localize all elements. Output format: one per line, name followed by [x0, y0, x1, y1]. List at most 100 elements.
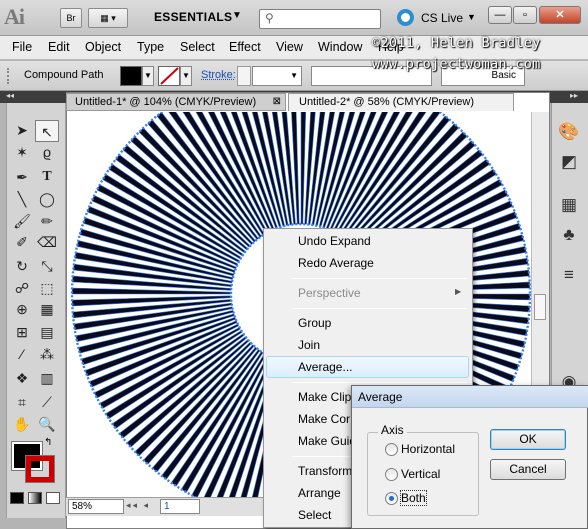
tab-untitled-2[interactable]: Untitled-2* @ 58% (CMYK/Preview)	[288, 93, 514, 111]
radio-horizontal-label[interactable]: Horizontal	[401, 442, 455, 456]
menu-item-make-guides[interactable]: Make Guid	[298, 434, 356, 448]
chevron-down-icon[interactable]: ▼	[467, 12, 476, 22]
menu-file[interactable]: File	[12, 40, 32, 54]
stroke-weight-field[interactable]: ▼	[252, 66, 302, 86]
chevron-down-icon[interactable]: ▼	[142, 66, 154, 86]
paintbrush-tool-icon[interactable]: 🖌	[10, 210, 34, 232]
shape-builder-tool-icon[interactable]: ⊕	[10, 298, 34, 320]
swap-fill-stroke-icon[interactable]: ↰	[44, 437, 52, 448]
chevron-down-icon[interactable]: ▼	[180, 66, 192, 86]
lasso-tool-icon[interactable]: ϱ	[35, 141, 59, 163]
radio-both-label[interactable]: Both	[400, 490, 427, 506]
menu-item-redo-average[interactable]: Redo Average	[298, 256, 374, 270]
stroke-swatch-large[interactable]	[25, 455, 55, 483]
chevron-down-icon[interactable]: ▼	[232, 10, 242, 21]
zoom-tool-icon[interactable]: 🔍	[35, 413, 59, 435]
stroke-color-swatch[interactable]	[158, 66, 180, 86]
menu-item-group[interactable]: Group	[298, 316, 331, 330]
color-guide-panel-icon[interactable]: ◩	[557, 150, 581, 174]
menu-select[interactable]: Select	[180, 40, 215, 54]
help-search-input[interactable]: ⚲	[259, 9, 381, 29]
type-tool-icon[interactable]: T	[35, 166, 59, 188]
perspective-grid-tool-icon[interactable]: ▦	[35, 298, 59, 320]
cancel-button[interactable]: Cancel	[490, 459, 566, 480]
blend-tool-icon[interactable]: ⁂	[35, 343, 59, 365]
close-window-button[interactable]: ✕	[539, 6, 581, 24]
bridge-button[interactable]: Br	[60, 8, 82, 28]
rotate-tool-icon[interactable]: ↻	[10, 255, 34, 277]
direct-selection-tool-icon[interactable]: ↖	[35, 120, 59, 142]
scroll-thumb[interactable]	[534, 294, 546, 320]
color-panel-icon[interactable]: 🎨	[557, 120, 581, 144]
stroke-label[interactable]: Stroke:	[201, 69, 236, 81]
ok-button[interactable]: OK	[490, 429, 566, 450]
menu-item-make-clipping-mask[interactable]: Make Clip	[298, 390, 351, 404]
blob-brush-tool-icon[interactable]: ✐	[10, 231, 34, 253]
zoom-level-field[interactable]: 58%	[68, 499, 124, 514]
collapse-icon[interactable]: ◂◂	[6, 91, 14, 100]
stroke-panel-icon[interactable]: ≡	[557, 263, 581, 287]
tab-untitled-1[interactable]: Untitled-1* @ 104% (CMYK/Preview) ⊠	[66, 93, 286, 111]
page-nav-arrows[interactable]: ◂◂ ◂	[126, 500, 150, 511]
warp-tool-icon[interactable]: ☍	[10, 277, 34, 299]
menu-item-select[interactable]: Select	[298, 508, 331, 522]
slice-tool-icon[interactable]: ⟋	[35, 391, 59, 413]
arrange-documents-button[interactable]: ▦ ▾	[88, 8, 128, 28]
menu-edit[interactable]: Edit	[48, 40, 70, 54]
eyedropper-tool-icon[interactable]: ⁄	[10, 343, 34, 365]
tab-title: Untitled-1* @ 104% (CMYK/Preview)	[75, 96, 257, 108]
pen-tool-icon[interactable]: ✒	[10, 166, 34, 188]
menu-item-average[interactable]: Average...	[298, 360, 352, 374]
menu-item-join[interactable]: Join	[298, 338, 320, 352]
restore-button[interactable]: ▫	[513, 6, 537, 24]
expand-icon[interactable]: ▸▸	[570, 91, 578, 100]
symbols-panel-icon[interactable]: ♣	[557, 223, 581, 247]
sunburst-ray	[168, 112, 262, 238]
menu-item-make-compound-path[interactable]: Make Cor	[298, 412, 350, 426]
selection-tool-icon[interactable]: ➤	[10, 119, 34, 141]
eraser-tool-icon[interactable]: ⌫	[35, 231, 59, 253]
radio-vertical[interactable]	[385, 468, 398, 481]
line-tool-icon[interactable]: ╲	[10, 188, 34, 210]
menu-effect[interactable]: Effect	[229, 40, 261, 54]
panel-grip-icon[interactable]	[7, 68, 13, 84]
gradient-tool-icon[interactable]: ▤	[35, 321, 59, 343]
color-mode-icon[interactable]	[10, 492, 24, 504]
menu-item-transform[interactable]: Transform	[298, 464, 352, 478]
free-transform-tool-icon[interactable]: ⬚	[35, 277, 59, 299]
menu-object[interactable]: Object	[85, 40, 121, 54]
menu-item-undo-expand[interactable]: Undo Expand	[298, 234, 371, 248]
dialog-title: Average	[352, 386, 588, 408]
cs-live-button[interactable]: CS Live	[421, 11, 463, 25]
swatches-panel-icon[interactable]: ▦	[557, 193, 581, 217]
menu-item-perspective: Perspective	[298, 286, 361, 300]
stroke-weight-stepper[interactable]	[237, 66, 251, 86]
selection-type-label: Compound Path	[24, 69, 104, 81]
fill-color-swatch[interactable]	[120, 66, 142, 86]
column-graph-tool-icon[interactable]: ▥	[35, 367, 59, 389]
artboard-tool-icon[interactable]: ⌗	[10, 391, 34, 413]
watermark-line-2: www.projectwoman.com	[372, 56, 541, 72]
artboard-number-field[interactable]: 1	[160, 499, 200, 514]
scale-tool-icon[interactable]: ⤡	[35, 255, 59, 277]
close-icon[interactable]: ⊠	[273, 94, 281, 110]
menu-window[interactable]: Window	[318, 40, 362, 54]
radio-horizontal[interactable]	[385, 443, 398, 456]
magic-wand-tool-icon[interactable]: ✶	[10, 141, 34, 163]
ellipse-tool-icon[interactable]: ◯	[35, 188, 59, 210]
cs-live-icon[interactable]	[397, 9, 414, 26]
mesh-tool-icon[interactable]: ⊞	[10, 321, 34, 343]
minimize-button[interactable]: —	[488, 6, 512, 24]
workspace-switcher[interactable]: ESSENTIALS	[154, 10, 232, 24]
pencil-tool-icon[interactable]: ✏	[35, 210, 59, 232]
radio-vertical-label[interactable]: Vertical	[401, 467, 440, 481]
radio-both[interactable]	[385, 492, 398, 505]
menu-separator	[292, 308, 467, 309]
gradient-mode-icon[interactable]	[28, 492, 42, 504]
none-mode-icon[interactable]	[46, 492, 60, 504]
menu-item-arrange[interactable]: Arrange	[298, 486, 341, 500]
symbol-sprayer-tool-icon[interactable]: ❖	[10, 367, 34, 389]
menu-view[interactable]: View	[276, 40, 303, 54]
menu-type[interactable]: Type	[137, 40, 164, 54]
hand-tool-icon[interactable]: ✋	[10, 413, 34, 435]
